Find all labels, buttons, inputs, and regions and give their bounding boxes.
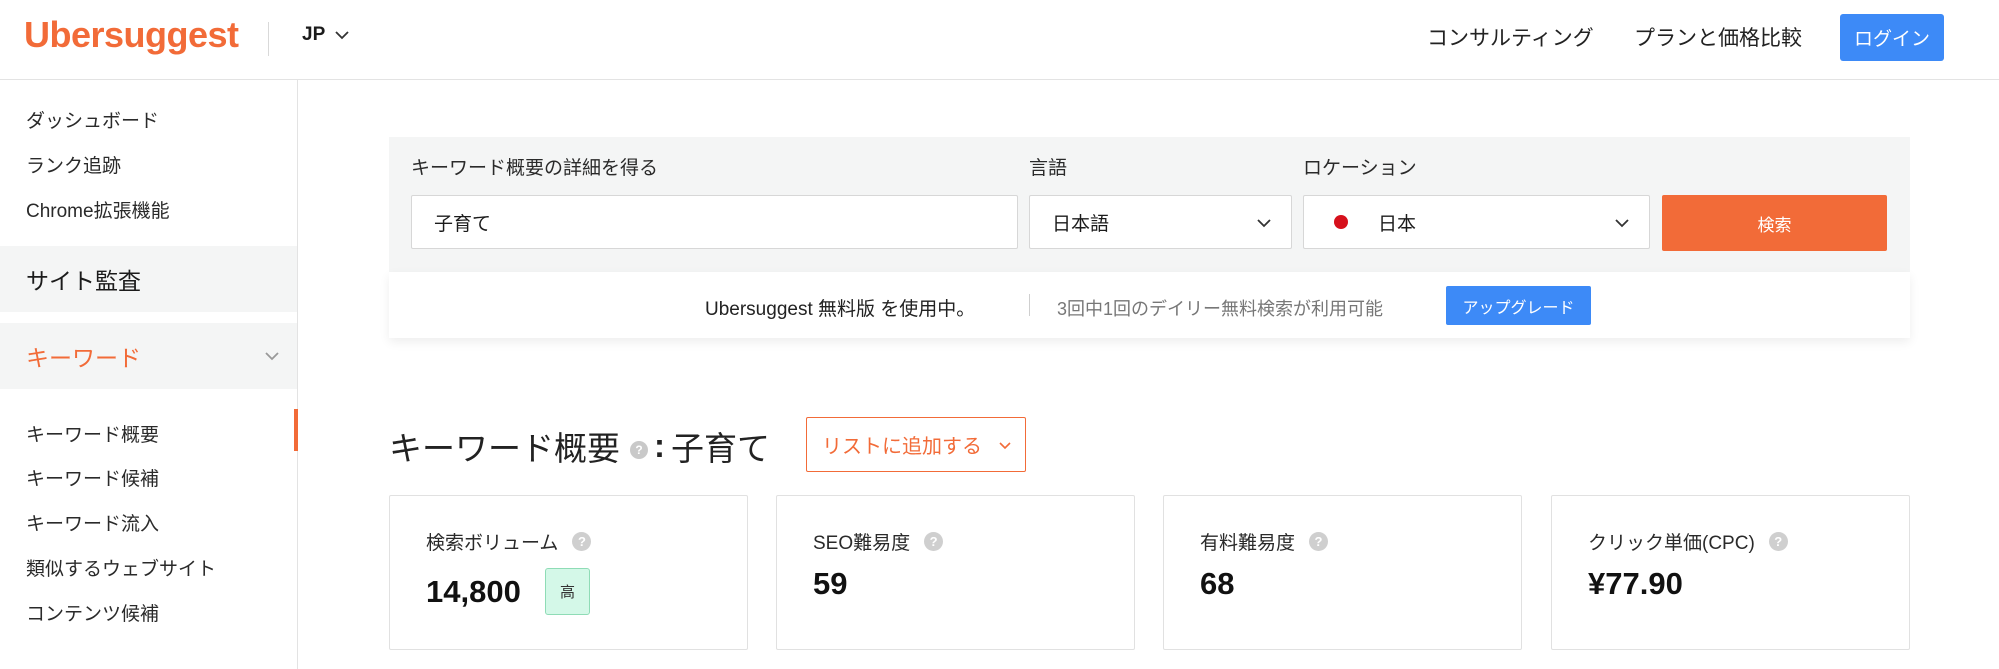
help-icon[interactable]: ?: [630, 441, 648, 459]
chevron-down-icon: [335, 31, 349, 40]
sidebar: ダッシュボード ランク追跡 Chrome拡張機能 サイト監査 キーワード キーワ…: [0, 80, 298, 669]
sidebar-section-keyword[interactable]: キーワード: [0, 323, 297, 389]
language-field-label: 言語: [1029, 158, 1068, 179]
chevron-down-icon: [999, 442, 1011, 450]
japan-flag-icon: [1334, 215, 1348, 229]
volume-level-badge: 高: [545, 568, 590, 615]
search-button[interactable]: 検索: [1662, 195, 1887, 251]
free-plan-text: Ubersuggest 無料版 を使用中。: [705, 299, 976, 320]
metric-title: 検索ボリューム ?: [426, 528, 592, 555]
nav-consulting[interactable]: コンサルティング: [1427, 22, 1594, 52]
free-plan-banner: Ubersuggest 無料版 を使用中。 3回中1回のデイリー無料検索が利用可…: [389, 272, 1910, 338]
help-icon[interactable]: ?: [1768, 532, 1788, 551]
add-to-list-label: リストに追加する: [822, 436, 982, 458]
location-select[interactable]: 日本: [1303, 195, 1650, 249]
quota-text: 3回中1回のデイリー無料検索が利用可能: [1057, 299, 1384, 319]
keyword-field-label: キーワード概要の詳細を得る: [411, 158, 659, 179]
language-select[interactable]: 日本語: [1029, 195, 1292, 249]
sidebar-item-keyword-overview[interactable]: キーワード概要: [26, 420, 159, 447]
metric-value: 68: [1200, 566, 1235, 601]
page-title-keyword: 子育て: [671, 430, 770, 467]
metric-value: ¥77.90: [1588, 566, 1683, 601]
metric-label: クリック単価(CPC): [1588, 533, 1755, 554]
top-header: Ubersuggest JP コンサルティング プランと価格比較 ログイン: [0, 0, 1999, 80]
location-field-label: ロケーション: [1303, 158, 1417, 179]
metric-title: 有料難易度 ?: [1200, 528, 1329, 555]
page-title: キーワード概要 ? : 子育て: [389, 422, 770, 470]
metric-card-cpc: クリック単価(CPC) ? ¥77.90: [1551, 495, 1910, 650]
location-select-value: 日本: [1378, 213, 1417, 235]
sidebar-item-rank-tracking[interactable]: ランク追跡: [26, 151, 121, 178]
add-to-list-button[interactable]: リストに追加する: [806, 417, 1026, 472]
metric-card-paid-difficulty: 有料難易度 ? 68: [1163, 495, 1522, 650]
chevron-down-icon: [1257, 219, 1271, 228]
sidebar-item-dashboard[interactable]: ダッシュボード: [26, 106, 159, 133]
sidebar-section-site-audit[interactable]: サイト監査: [0, 246, 297, 312]
sidebar-item-keyword-traffic[interactable]: キーワード流入: [26, 509, 159, 536]
metric-card-search-volume: 検索ボリューム ? 14,800 高: [389, 495, 748, 650]
header-divider: [268, 22, 269, 56]
chevron-down-icon: [265, 352, 279, 361]
sidebar-item-chrome-extension[interactable]: Chrome拡張機能: [26, 196, 170, 223]
search-panel: キーワード概要の詳細を得る 言語 ロケーション 子育て 日本語 日本 検索: [389, 137, 1910, 272]
sidebar-item-similar-websites[interactable]: 類似するウェブサイト: [26, 554, 216, 581]
login-button[interactable]: ログイン: [1840, 14, 1944, 61]
help-icon[interactable]: ?: [572, 532, 592, 551]
logo[interactable]: Ubersuggest: [24, 14, 239, 56]
sidebar-section-label: サイト監査: [26, 268, 141, 294]
metric-label: 検索ボリューム: [426, 533, 559, 554]
language-select-value: 日本語: [1052, 213, 1110, 235]
metric-title: SEO難易度 ?: [813, 528, 944, 555]
metric-value: 14,800: [426, 574, 521, 609]
title-colon: :: [654, 427, 665, 464]
active-indicator: [294, 409, 298, 451]
sidebar-item-content-ideas[interactable]: コンテンツ候補: [26, 599, 159, 626]
chevron-down-icon: [1615, 219, 1629, 228]
metric-label: 有料難易度: [1200, 533, 1296, 554]
help-icon[interactable]: ?: [1309, 532, 1329, 551]
region-label: JP: [302, 24, 326, 45]
sidebar-section-label: キーワード: [26, 345, 141, 371]
sidebar-item-keyword-ideas[interactable]: キーワード候補: [26, 464, 159, 491]
metric-label: SEO難易度: [813, 533, 911, 554]
metric-card-seo-difficulty: SEO難易度 ? 59: [776, 495, 1135, 650]
upgrade-button[interactable]: アップグレード: [1446, 286, 1591, 325]
metric-value: 59: [813, 566, 848, 601]
nav-pricing[interactable]: プランと価格比較: [1634, 22, 1802, 52]
keyword-input[interactable]: 子育て: [411, 195, 1018, 249]
page-title-text: キーワード概要: [389, 430, 620, 467]
banner-divider: [1029, 294, 1030, 316]
region-selector[interactable]: JP: [302, 24, 349, 46]
metric-title: クリック単価(CPC) ?: [1588, 528, 1788, 555]
help-icon[interactable]: ?: [924, 532, 944, 551]
